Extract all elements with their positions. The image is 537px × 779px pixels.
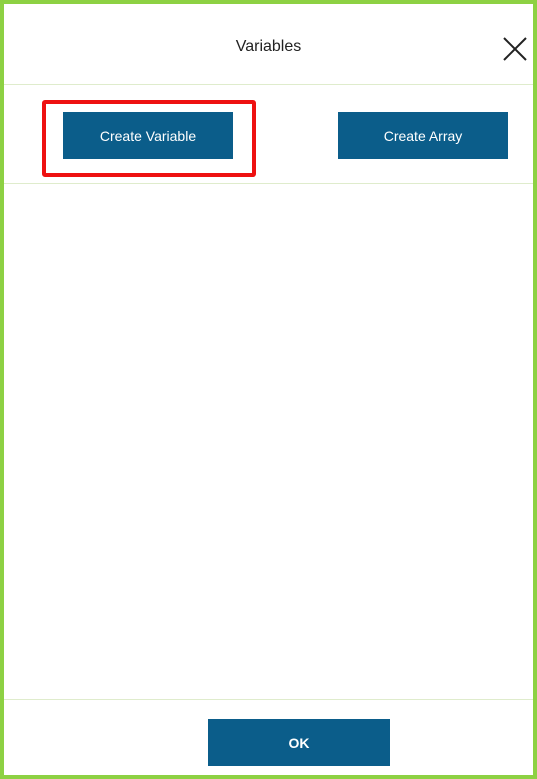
create-array-button[interactable]: Create Array <box>338 112 508 159</box>
ok-button[interactable]: OK <box>208 719 390 766</box>
action-bar: Create Variable Create Array <box>4 85 533 184</box>
dialog-title: Variables <box>235 38 302 55</box>
create-variable-button[interactable]: Create Variable <box>63 112 233 159</box>
dialog-footer: OK <box>4 699 533 779</box>
close-button[interactable] <box>500 34 530 64</box>
close-icon <box>503 37 527 61</box>
variables-dialog: Variables Create Variable Create Array O… <box>0 0 537 779</box>
dialog-header: Variables <box>4 4 533 85</box>
variables-list-area <box>4 184 533 699</box>
